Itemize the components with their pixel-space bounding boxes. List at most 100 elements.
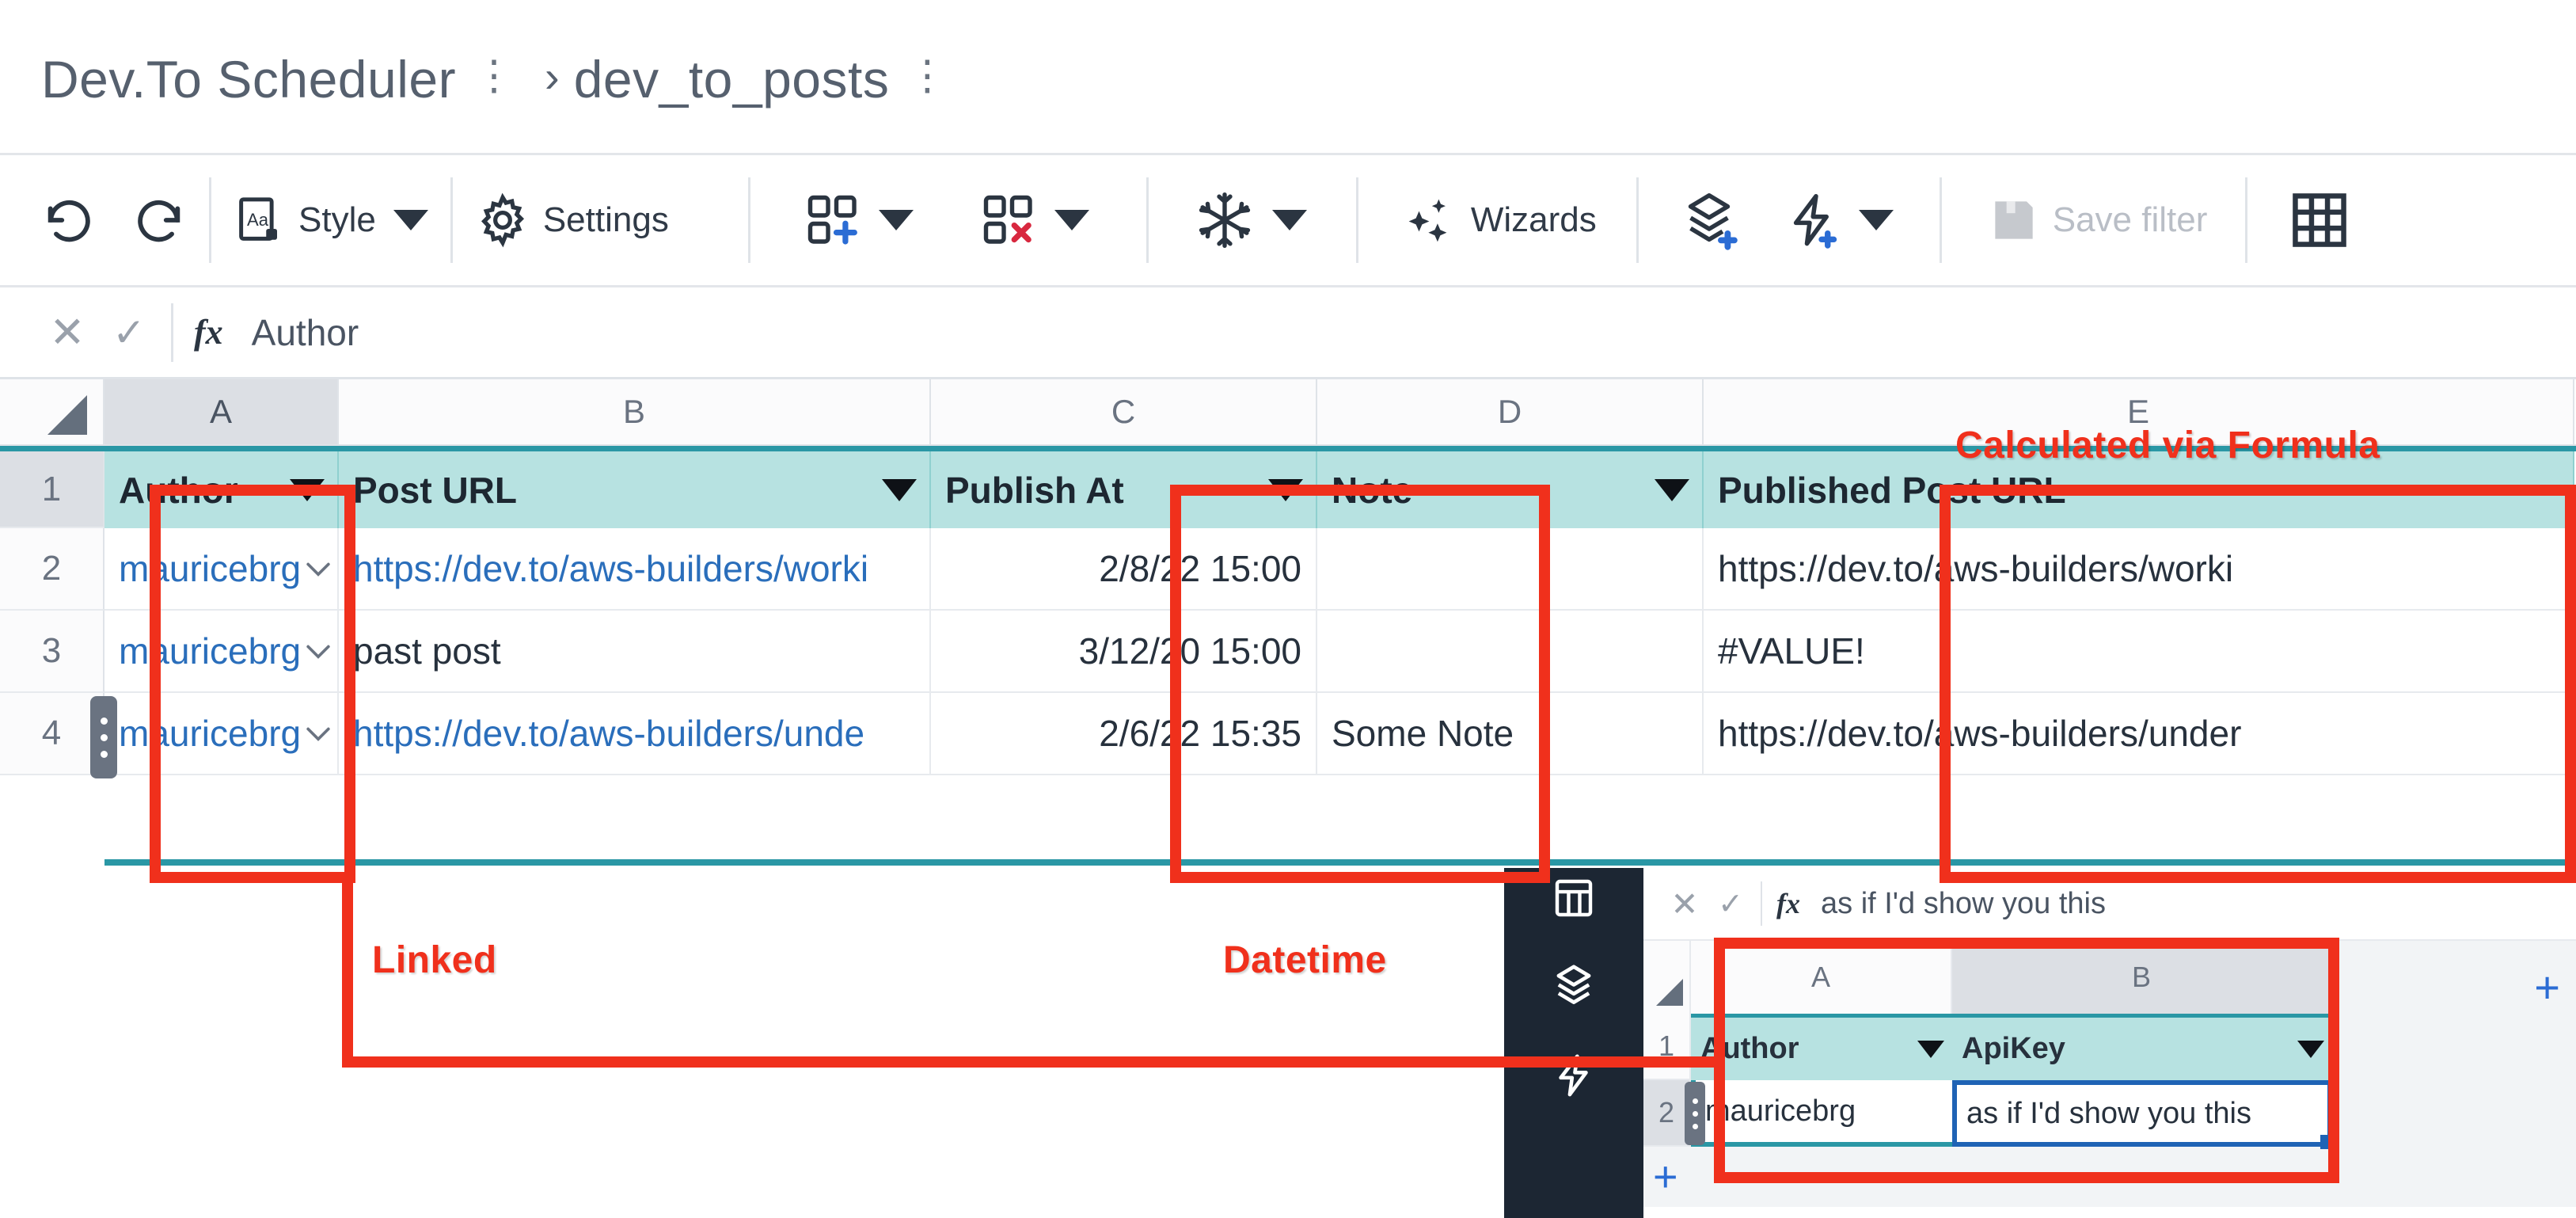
formula-cancel-button[interactable]: ✕ [38, 307, 97, 357]
inset-field-header-author[interactable]: Author [1691, 1014, 1952, 1080]
inset-column-header-a[interactable]: A [1691, 941, 1952, 1014]
chevron-down-icon[interactable] [301, 551, 336, 586]
filter-dropdown-icon[interactable] [1655, 478, 1689, 501]
style-button[interactable]: Aa Style [216, 177, 446, 264]
drag-dot [100, 750, 108, 758]
inset-formula-input[interactable]: as if I'd show you this [1821, 887, 2106, 921]
row-number-1[interactable]: 1 [0, 451, 104, 528]
cell-publish-at[interactable]: 2/8/22 15:00 [931, 528, 1317, 611]
sheet-menu-icon[interactable]: ⋮ [906, 55, 948, 97]
chevron-down-icon[interactable] [301, 716, 336, 751]
select-all-corner[interactable] [0, 379, 104, 444]
cell-post-url[interactable]: past post [339, 611, 931, 693]
redo-button[interactable] [114, 177, 204, 264]
undo-button[interactable] [24, 177, 114, 264]
fx-icon[interactable]: fx [194, 312, 223, 352]
formula-confirm-button[interactable]: ✓ [97, 310, 161, 356]
add-layer-button[interactable] [1661, 177, 1757, 264]
breadcrumb-sheet[interactable]: dev_to_posts [574, 49, 890, 109]
cell-note[interactable]: Some Note [1317, 693, 1704, 775]
row-number-3[interactable]: 3 [0, 611, 104, 693]
field-header-publish-at[interactable]: Publish At [931, 451, 1317, 528]
save-filter-button[interactable]: Save filter [1970, 177, 2225, 264]
insert-cells-chevron-down-icon[interactable] [878, 210, 914, 230]
field-header-author[interactable]: Author [104, 451, 339, 528]
row-number-4-label: 4 [41, 714, 62, 752]
add-action-chevron-down-icon[interactable] [1858, 210, 1894, 230]
cell-author[interactable]: mauricebrg [104, 693, 339, 775]
breadcrumb-workbook[interactable]: Dev.To Scheduler [41, 49, 456, 109]
cell-publish-at[interactable]: 2/6/22 15:35 [931, 693, 1317, 775]
workbook-menu-icon[interactable]: ⋮ [473, 55, 515, 97]
cell-post-url[interactable]: https://dev.to/aws-builders/unde [339, 693, 931, 775]
gear-icon [475, 192, 530, 248]
chevron-down-icon[interactable] [301, 634, 336, 668]
formula-input[interactable]: Author [252, 311, 359, 354]
save-icon [1988, 194, 2040, 246]
cell-published-post-url[interactable]: https://dev.to/aws-builders/worki [1704, 528, 2574, 611]
row-number-2[interactable]: 2 [0, 528, 104, 611]
column-header-d[interactable]: D [1317, 379, 1704, 444]
inset-formula-cancel-button[interactable]: ✕ [1662, 885, 1707, 923]
field-header-note[interactable]: Note [1317, 451, 1704, 528]
cell-author-value: mauricebrg [119, 713, 302, 754]
inset-formula-confirm-button[interactable]: ✓ [1707, 886, 1754, 922]
cell-author-value: mauricebrg [119, 630, 302, 672]
fill-handle[interactable] [2320, 1135, 2335, 1149]
style-chevron-down-icon[interactable] [393, 210, 428, 230]
layers-icon[interactable] [1549, 961, 1598, 1011]
inset-select-all-corner[interactable] [1643, 941, 1691, 1014]
inset-row-number-2-label: 2 [1658, 1096, 1675, 1129]
cell-published-post-url[interactable]: #VALUE! [1704, 611, 2574, 693]
cell-author[interactable]: mauricebrg [104, 611, 339, 693]
inset-formula-divider [1761, 881, 1762, 926]
inset-row-number-1[interactable]: 1 [1643, 1014, 1691, 1080]
column-header-c[interactable]: C [931, 379, 1317, 444]
filter-dropdown-icon[interactable] [882, 478, 917, 501]
toolbar-divider [2245, 177, 2248, 263]
wizards-button[interactable]: Wizards [1384, 177, 1614, 264]
inset-add-row-button[interactable]: + [1643, 1147, 2576, 1207]
cell-post-url[interactable]: https://dev.to/aws-builders/worki [339, 528, 931, 611]
save-filter-label: Save filter [2052, 200, 2208, 239]
field-header-post-url[interactable]: Post URL [339, 451, 931, 528]
inset-fx-icon[interactable]: fx [1776, 887, 1800, 920]
freeze-button[interactable] [1177, 177, 1324, 264]
add-action-button[interactable] [1765, 177, 1911, 264]
row-drag-handle[interactable] [90, 696, 117, 778]
wizards-label: Wizards [1470, 200, 1597, 239]
filter-dropdown-icon[interactable] [1917, 1040, 1944, 1058]
inset-column-header-b[interactable]: B [1952, 941, 2332, 1014]
cell-publish-at[interactable]: 3/12/20 15:00 [931, 611, 1317, 693]
cell-author[interactable]: mauricebrg [104, 528, 339, 611]
row-number-4[interactable]: 4 [0, 693, 117, 778]
drag-dot [100, 717, 108, 725]
filter-dropdown-icon[interactable] [2297, 1040, 2324, 1058]
cell-note[interactable] [1317, 611, 1704, 693]
column-header-a[interactable]: A [104, 379, 339, 444]
filter-dropdown-icon[interactable] [290, 478, 325, 501]
cell-published-post-url[interactable]: https://dev.to/aws-builders/under [1704, 693, 2574, 775]
drag-dot [1692, 1110, 1698, 1117]
inset-row-drag-handle[interactable] [1685, 1082, 1705, 1145]
insert-cells-button[interactable] [787, 177, 931, 264]
delete-cells-button[interactable] [963, 177, 1107, 264]
inset-spreadsheet-grid: A B 1 Author ApiKey 2 mauricebrg as if I… [1643, 941, 2576, 1207]
column-header-b[interactable]: B [339, 379, 931, 444]
annotation-label-datetime: Datetime [1223, 939, 1387, 981]
cell-note[interactable] [1317, 528, 1704, 611]
settings-button[interactable]: Settings [458, 177, 686, 264]
inset-cell-author[interactable]: mauricebrg [1685, 1080, 1952, 1147]
inset-field-header-apikey[interactable]: ApiKey [1952, 1014, 2332, 1080]
delete-cells-chevron-down-icon[interactable] [1054, 210, 1089, 230]
freeze-chevron-down-icon[interactable] [1271, 210, 1307, 230]
grid-icon[interactable] [1552, 876, 1596, 920]
settings-label: Settings [542, 200, 669, 239]
toolbar-divider [1355, 177, 1358, 263]
grid-view-button[interactable] [2271, 177, 2368, 264]
breadcrumb: Dev.To Scheduler ⋮ › dev_to_posts ⋮ [0, 5, 2576, 155]
inset-cell-apikey[interactable]: as if I'd show you this [1952, 1080, 2335, 1149]
inset-row-number-2[interactable]: 2 [1643, 1080, 1691, 1147]
inset-add-column-button[interactable]: + [2534, 961, 2560, 1013]
filter-dropdown-icon[interactable] [1268, 478, 1303, 501]
